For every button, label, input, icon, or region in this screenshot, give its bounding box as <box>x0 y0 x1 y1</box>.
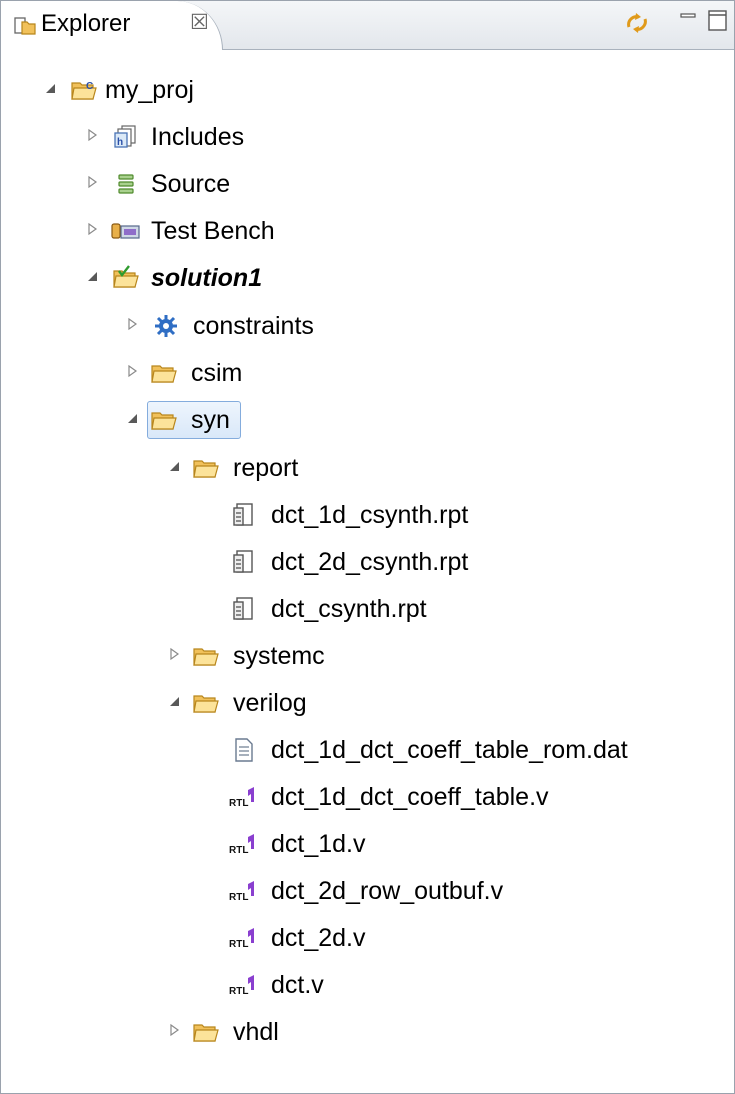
tree-item-includes[interactable]: h Includes <box>1 118 734 158</box>
tab-explorer[interactable]: Explorer ☒ <box>1 1 223 50</box>
expand-icon[interactable] <box>85 128 99 142</box>
collapse-icon[interactable] <box>167 459 181 473</box>
tab-title: Explorer <box>41 10 131 37</box>
report-file-icon <box>231 596 257 622</box>
tree-item-verilog-file[interactable]: dct_2d.v <box>1 919 734 959</box>
tree-item-label: my_proj <box>105 76 194 104</box>
tree-item-verilog-file[interactable]: dct_1d_dct_coeff_table.v <box>1 778 734 818</box>
folder-icon <box>193 690 219 716</box>
tree-item-report-file[interactable]: dct_1d_csynth.rpt <box>1 496 734 536</box>
folder-icon <box>151 360 177 386</box>
report-file-icon <box>231 502 257 528</box>
tree-item-label: dct_1d_csynth.rpt <box>271 501 469 529</box>
tree-item-project[interactable]: C my_proj <box>1 71 734 111</box>
link-with-editor-icon[interactable] <box>623 9 651 37</box>
rtl-file-icon <box>229 831 255 857</box>
rtl-file-icon <box>229 925 255 951</box>
tree-item-label: dct_1d_dct_coeff_table_rom.dat <box>271 736 628 764</box>
solution-folder-icon <box>113 265 139 288</box>
expand-icon[interactable] <box>167 1023 181 1037</box>
close-icon[interactable]: ☒ <box>190 10 209 35</box>
tree-item-label: dct_1d.v <box>271 830 366 858</box>
tree-item-constraints[interactable]: constraints <box>1 307 734 347</box>
tree-item-label: vhdl <box>233 1018 279 1046</box>
tree-item-verilog-file[interactable]: dct_2d_row_outbuf.v <box>1 872 734 912</box>
tree-item-syn[interactable]: syn <box>1 401 734 441</box>
collapse-icon[interactable] <box>85 269 99 283</box>
tree-item-csim[interactable]: csim <box>1 354 734 394</box>
view-tab-bar: Explorer ☒ <box>1 1 734 50</box>
report-file-icon <box>231 549 257 575</box>
folder-icon <box>151 407 177 433</box>
tree-item-report-file[interactable]: dct_csynth.rpt <box>1 590 734 630</box>
rtl-file-icon <box>229 878 255 904</box>
minimize-icon[interactable] <box>679 9 697 27</box>
collapse-icon[interactable] <box>43 81 57 95</box>
tree-item-systemc[interactable]: systemc <box>1 637 734 677</box>
tree-item-label: solution1 <box>151 264 263 292</box>
collapse-icon[interactable] <box>125 411 139 425</box>
tree-item-verilog[interactable]: verilog <box>1 684 734 724</box>
tree-item-source[interactable]: Source <box>1 165 734 205</box>
folder-icon <box>193 455 219 481</box>
folder-icon <box>193 1019 219 1045</box>
tree-item-label: Source <box>151 170 231 198</box>
explorer-view: Explorer ☒ C my_proj h Includes Source T… <box>0 0 735 1094</box>
tree-item-label: systemc <box>233 642 325 670</box>
tree-item-label: verilog <box>233 689 307 717</box>
tree-item-label: dct.v <box>271 971 324 999</box>
tree-item-data-file[interactable]: dct_1d_dct_coeff_table_rom.dat <box>1 731 734 771</box>
explorer-view-icon <box>14 17 36 35</box>
rtl-file-icon <box>229 972 255 998</box>
tree-item-label: dct_2d_csynth.rpt <box>271 548 469 576</box>
text-file-icon <box>235 738 253 762</box>
rtl-file-icon <box>229 784 255 810</box>
tree-item-report[interactable]: report <box>1 449 734 489</box>
maximize-icon[interactable] <box>707 9 729 33</box>
tree-item-label: dct_2d.v <box>271 924 366 952</box>
tree-item-vhdl[interactable]: vhdl <box>1 1013 734 1053</box>
svg-text:C: C <box>86 81 93 92</box>
tree-item-test-bench[interactable]: Test Bench <box>1 212 734 252</box>
tree-item-label: constraints <box>193 312 314 340</box>
source-icon <box>118 174 134 194</box>
c-project-folder-icon: C <box>71 81 97 100</box>
expand-icon[interactable] <box>167 647 181 661</box>
tree-item-label: csim <box>191 359 243 387</box>
tree-item-solution[interactable]: solution1 <box>1 259 734 299</box>
expand-icon[interactable] <box>125 317 139 331</box>
expand-icon[interactable] <box>85 175 99 189</box>
tree-item-verilog-file[interactable]: dct_1d.v <box>1 825 734 865</box>
tree-item-label: dct_1d_dct_coeff_table.v <box>271 783 549 811</box>
tree-item-label: Includes <box>151 123 245 151</box>
expand-icon[interactable] <box>125 364 139 378</box>
tree-item-label: dct_2d_row_outbuf.v <box>271 877 504 905</box>
expand-icon[interactable] <box>85 222 99 236</box>
collapse-icon[interactable] <box>167 694 181 708</box>
tree-item-label: syn <box>191 406 230 434</box>
svg-text:h: h <box>117 137 123 148</box>
tree-item-label: dct_csynth.rpt <box>271 595 427 623</box>
includes-icon: h <box>114 125 136 148</box>
gear-icon <box>155 315 177 337</box>
folder-icon <box>193 643 219 669</box>
tree-item-label: Test Bench <box>151 217 275 245</box>
tree-item-label: report <box>233 454 299 482</box>
tree-item-verilog-file[interactable]: dct.v <box>1 966 734 1006</box>
tree-item-report-file[interactable]: dct_2d_csynth.rpt <box>1 543 734 583</box>
test-bench-icon <box>111 223 140 239</box>
